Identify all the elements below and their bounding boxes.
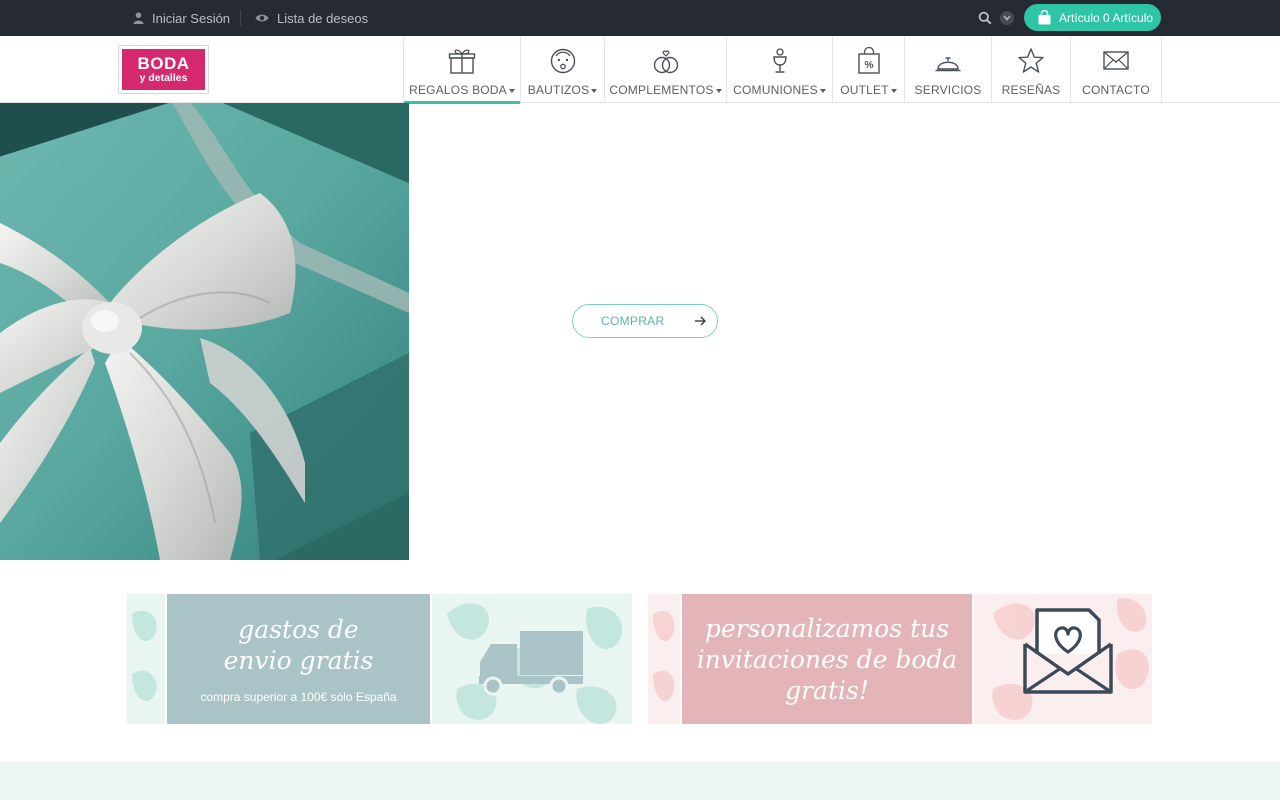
- star-icon: [1018, 48, 1044, 73]
- search-icon[interactable]: [978, 11, 992, 25]
- eye-icon: [255, 14, 269, 22]
- envelope-icon: [1103, 51, 1129, 70]
- search-dropdown-toggle[interactable]: [1000, 11, 1014, 25]
- wishlist-label: Lista de deseos: [277, 10, 369, 26]
- buy-button[interactable]: COMPRAR: [572, 304, 718, 338]
- free-shipping-banner[interactable]: gastos de envio gratis compra superior a…: [127, 594, 632, 724]
- user-icon: [133, 12, 144, 24]
- percent-bag-icon: %: [857, 47, 880, 74]
- rings-icon: [653, 50, 678, 74]
- banner-edge: [680, 594, 682, 724]
- main-nav: REGALOS BODA BAUTIZOS COMPLEMENTOS COMUN…: [403, 36, 1162, 104]
- site-logo[interactable]: BODA y detalles: [118, 45, 209, 94]
- envelope-heart-icon: [1023, 608, 1113, 694]
- nav-label: CONTACTO: [1082, 83, 1150, 97]
- caret-down-icon: [591, 88, 598, 93]
- cart-button[interactable]: Artículo 0 Artículo: [1024, 4, 1161, 31]
- caret-down-icon: [715, 88, 722, 93]
- gift-box-photo: [0, 103, 409, 560]
- nav-item-servicios[interactable]: SERVICIOS: [905, 36, 992, 103]
- login-link[interactable]: Iniciar Sesión: [133, 0, 230, 36]
- invitations-banner[interactable]: personalizamos tus invitaciones de boda …: [648, 594, 1152, 724]
- footer-pattern-strip: [0, 762, 1280, 800]
- gift-icon: [448, 49, 476, 74]
- shipping-panel: gastos de envio gratis compra superior a…: [167, 594, 430, 724]
- shopping-bag-icon: [1038, 10, 1051, 25]
- caret-down-icon: [890, 88, 897, 93]
- nav-item-complementos[interactable]: COMPLEMENTOS: [605, 36, 727, 103]
- banner-edge: [972, 594, 974, 724]
- nav-label: COMUNIONES: [733, 83, 818, 97]
- baby-face-icon: [550, 48, 575, 74]
- arrow-right-icon: [695, 316, 706, 326]
- login-label: Iniciar Sesión: [152, 10, 231, 26]
- caret-down-icon: [508, 88, 515, 93]
- chalice-icon: [772, 48, 787, 73]
- shipping-condition: compra superior a 100€ sólo España: [200, 690, 397, 704]
- banner-edge: [165, 594, 167, 724]
- logo-badge: BODA y detalles: [122, 49, 205, 90]
- wishlist-link[interactable]: Lista de deseos: [255, 0, 368, 36]
- caret-down-icon: [819, 88, 826, 93]
- service-bell-icon: [935, 57, 961, 72]
- nav-label: REGALOS BODA: [409, 83, 507, 97]
- invitations-title-line3: gratis!: [785, 675, 869, 705]
- shipping-title-line2: envio gratis: [223, 646, 374, 675]
- shipping-title-line1: gastos de: [238, 615, 359, 644]
- invitations-title-line1: personalizamos tus: [704, 613, 950, 643]
- invitations-title-line2: invitaciones de boda: [696, 644, 958, 674]
- nav-label: RESEÑAS: [1001, 83, 1061, 97]
- nav-label: BAUTIZOS: [527, 83, 590, 97]
- nav-label: OUTLET: [840, 83, 889, 97]
- nav-item-resenas[interactable]: RESEÑAS: [992, 36, 1071, 103]
- cart-label: Artículo 0 Artículo: [1059, 10, 1154, 25]
- svg-text:%: %: [864, 60, 873, 71]
- logo-title: BODA: [137, 54, 190, 73]
- hero-image: [0, 103, 409, 560]
- buy-button-label: COMPRAR: [601, 314, 665, 328]
- nav-item-contacto[interactable]: CONTACTO: [1071, 36, 1162, 103]
- nav-item-outlet[interactable]: % OUTLET: [833, 36, 905, 103]
- truck-icon: [479, 631, 583, 696]
- invitations-panel: personalizamos tus invitaciones de boda …: [682, 594, 972, 724]
- nav-label: SERVICIOS: [914, 83, 982, 97]
- divider: [240, 10, 241, 26]
- nav-label: COMPLEMENTOS: [609, 83, 714, 97]
- logo-subtitle: y detalles: [139, 72, 188, 84]
- nav-item-regalos-boda[interactable]: REGALOS BODA: [404, 36, 521, 104]
- nav-item-bautizos[interactable]: BAUTIZOS: [521, 36, 605, 103]
- chevron-down-icon: [1003, 15, 1011, 21]
- main-header: BODA y detalles REGALOS BODA BAUTIZOS CO…: [0, 36, 1280, 104]
- banner-edge: [430, 594, 432, 724]
- top-bar: Iniciar Sesión Lista de deseos Artículo …: [0, 0, 1280, 36]
- nav-item-comuniones[interactable]: COMUNIONES: [727, 36, 833, 103]
